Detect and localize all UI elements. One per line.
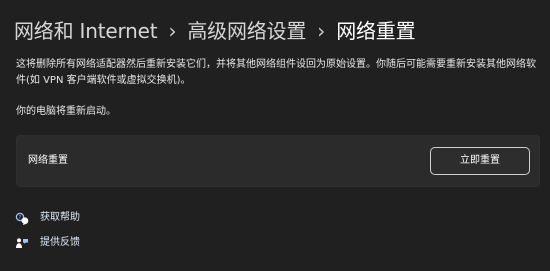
- get-help-label: 获取帮助: [40, 212, 80, 223]
- breadcrumb-separator-icon: ›: [168, 19, 177, 43]
- feedback-icon: [15, 236, 29, 250]
- network-reset-card: 网络重置 立即重置: [16, 135, 540, 187]
- reset-description: 这将删除所有网络适配器然后重新安装它们，并将其他网络组件设回为原始设置。你随后可…: [16, 59, 536, 86]
- give-feedback-label: 提供反馈: [40, 237, 80, 248]
- reset-now-button[interactable]: 立即重置: [430, 147, 530, 175]
- breadcrumb-advanced-network-settings[interactable]: 高级网络设置: [187, 14, 306, 48]
- breadcrumb-separator-icon: ›: [317, 19, 326, 43]
- restart-note: 你的电脑将重新启动。: [16, 106, 116, 117]
- get-help-link[interactable]: ? 获取帮助: [15, 209, 80, 227]
- page-title: 网络重置: [336, 19, 416, 43]
- network-reset-label: 网络重置: [28, 155, 68, 166]
- network-reset-page: 网络和 Internet › 高级网络设置 › 网络重置 这将删除所有网络适配器…: [0, 0, 550, 271]
- help-chat-icon: ?: [15, 211, 29, 225]
- svg-text:?: ?: [19, 215, 22, 221]
- support-links: ? 获取帮助 提供反馈: [15, 209, 80, 259]
- breadcrumb: 网络和 Internet › 高级网络设置 › 网络重置: [14, 14, 416, 48]
- breadcrumb-network-internet[interactable]: 网络和 Internet: [14, 14, 158, 48]
- give-feedback-link[interactable]: 提供反馈: [15, 234, 80, 252]
